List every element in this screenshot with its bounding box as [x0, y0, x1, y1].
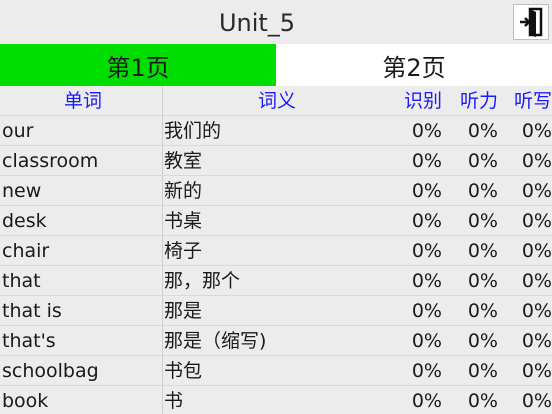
table-row[interactable]: schoolbag 书包 0% 0% 0%	[0, 356, 552, 386]
table-row[interactable]: book 书 0% 0% 0%	[0, 386, 552, 414]
dictation-percent: 0%	[521, 210, 552, 232]
meaning-cell: 书	[164, 390, 184, 412]
dictation-percent: 0%	[521, 120, 552, 142]
dictation-percent: 0%	[521, 180, 552, 202]
listen-percent: 0%	[467, 180, 498, 202]
table-row[interactable]: that is 那是 0% 0% 0%	[0, 296, 552, 326]
table-row[interactable]: desk 书桌 0% 0% 0%	[0, 206, 552, 236]
page-title: Unit_5	[218, 9, 296, 37]
dictation-percent: 0%	[521, 360, 552, 382]
word-cell: that's	[2, 330, 56, 352]
tab-page-1[interactable]: 第1页	[0, 44, 276, 86]
listen-percent: 0%	[467, 390, 498, 412]
page-tabs: 第1页 第2页	[0, 44, 552, 86]
word-cell: our	[2, 120, 34, 142]
meaning-cell: 书包	[164, 360, 203, 382]
recognize-percent: 0%	[411, 150, 442, 172]
table-row[interactable]: that's 那是（缩写) 0% 0% 0%	[0, 326, 552, 356]
table-row[interactable]: chair 椅子 0% 0% 0%	[0, 236, 552, 266]
meaning-cell: 椅子	[164, 240, 203, 262]
table-header-row: 单词 词义 识别 听力 听写	[0, 86, 552, 116]
recognize-percent: 0%	[411, 120, 442, 142]
dictation-percent: 0%	[521, 300, 552, 322]
word-table: 单词 词义 识别 听力 听写 our 我们的 0% 0% 0% classroom 教室 0%…	[0, 86, 552, 414]
word-cell: new	[2, 180, 42, 202]
dictation-percent: 0%	[521, 390, 552, 412]
word-cell: book	[2, 390, 49, 412]
exit-door-icon	[520, 7, 543, 37]
word-cell: classroom	[2, 150, 99, 172]
recognize-percent: 0%	[411, 180, 442, 202]
listen-percent: 0%	[467, 150, 498, 172]
recognize-percent: 0%	[411, 300, 442, 322]
header-word[interactable]: 单词	[64, 86, 102, 116]
header-meaning[interactable]: 词义	[258, 86, 296, 116]
listen-percent: 0%	[467, 210, 498, 232]
title-bar: Unit_5	[0, 0, 552, 44]
word-cell: that	[2, 270, 41, 292]
meaning-cell: 那是	[164, 300, 203, 322]
meaning-cell: 那是（缩写)	[164, 330, 267, 352]
table-row[interactable]: that 那，那个 0% 0% 0%	[0, 266, 552, 296]
dictation-percent: 0%	[521, 270, 552, 292]
app-window: Unit_5 第1页 第2页 单词 词义 识别 听力 听写 our 我们的 0% 0%…	[0, 0, 552, 414]
recognize-percent: 0%	[411, 360, 442, 382]
header-dictation[interactable]: 听写	[514, 86, 552, 116]
recognize-percent: 0%	[411, 210, 442, 232]
dictation-percent: 0%	[521, 240, 552, 262]
listen-percent: 0%	[467, 330, 498, 352]
recognize-percent: 0%	[411, 240, 442, 262]
table-row[interactable]: classroom 教室 0% 0% 0%	[0, 146, 552, 176]
listen-percent: 0%	[467, 120, 498, 142]
word-cell: schoolbag	[2, 360, 99, 382]
meaning-cell: 书桌	[164, 210, 203, 232]
recognize-percent: 0%	[411, 390, 442, 412]
tab-page-2[interactable]: 第2页	[276, 44, 552, 86]
dictation-percent: 0%	[521, 330, 552, 352]
header-listen[interactable]: 听力	[458, 86, 498, 116]
dictation-percent: 0%	[521, 150, 552, 172]
recognize-percent: 0%	[411, 330, 442, 352]
header-recognize[interactable]: 识别	[400, 86, 442, 116]
meaning-cell: 教室	[164, 150, 203, 172]
meaning-cell: 那，那个	[164, 270, 241, 292]
table-row[interactable]: our 我们的 0% 0% 0%	[0, 116, 552, 146]
listen-percent: 0%	[467, 270, 498, 292]
exit-button[interactable]	[513, 4, 549, 40]
table-body: our 我们的 0% 0% 0% classroom 教室 0% 0% 0% new 新的 0% 0% 0%…	[0, 116, 552, 414]
listen-percent: 0%	[467, 300, 498, 322]
table-row[interactable]: new 新的 0% 0% 0%	[0, 176, 552, 206]
word-cell: chair	[2, 240, 50, 262]
word-cell: desk	[2, 210, 47, 232]
meaning-cell: 新的	[164, 180, 203, 202]
recognize-percent: 0%	[411, 270, 442, 292]
listen-percent: 0%	[467, 360, 498, 382]
meaning-cell: 我们的	[164, 120, 222, 142]
word-cell: that is	[2, 300, 62, 322]
listen-percent: 0%	[467, 240, 498, 262]
